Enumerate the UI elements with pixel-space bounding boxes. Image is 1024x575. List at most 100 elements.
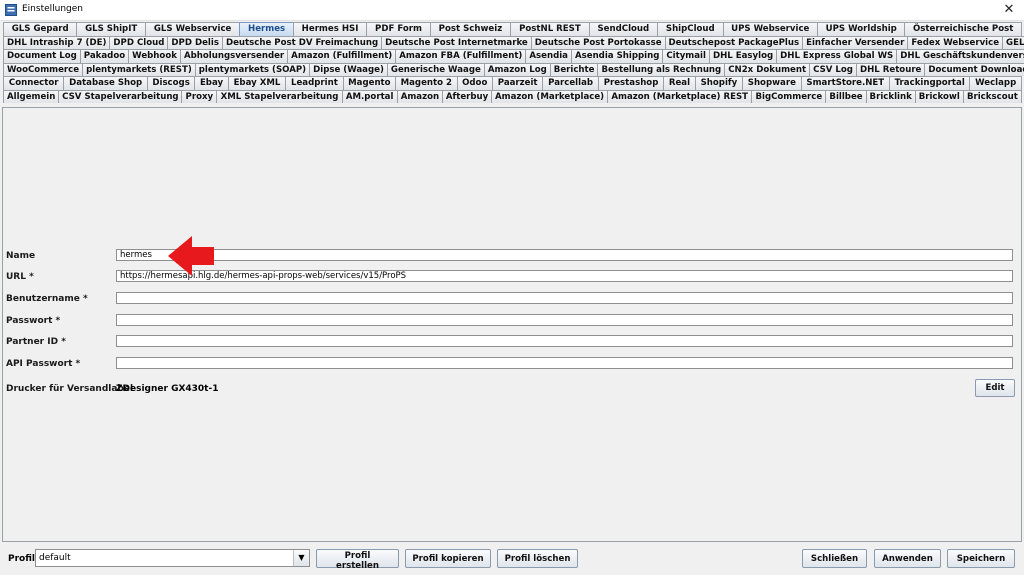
tab-gls-shipit[interactable]: GLS ShipIT	[76, 22, 146, 36]
tab-dhl-easylog[interactable]: DHL Easylog	[708, 49, 778, 63]
tab-ebay-xml[interactable]: Ebay XML	[227, 76, 287, 90]
tab-amazon-marketplace[interactable]: Amazon (Marketplace)	[490, 89, 609, 103]
tab-ebay[interactable]: Ebay	[194, 76, 229, 90]
url-input[interactable]	[116, 270, 1013, 282]
tab-hermes[interactable]: Hermes	[239, 22, 294, 36]
tab-shopware[interactable]: Shopware	[742, 76, 802, 90]
tab-csv-log[interactable]: CSV Log	[809, 62, 857, 76]
tab-proxy[interactable]: Proxy	[181, 89, 218, 103]
tab-prestashop[interactable]: Prestashop	[597, 76, 665, 90]
username-label: Benutzername *	[6, 294, 88, 304]
chevron-down-icon[interactable]: ▼	[293, 550, 309, 566]
tab-connector[interactable]: Connector	[3, 76, 65, 90]
tab-magento[interactable]: Magento	[342, 76, 397, 90]
tab-plentymarkets-rest[interactable]: plentymarkets (REST)	[82, 62, 196, 76]
tab-sendcloud[interactable]: SendCloud	[588, 22, 659, 36]
tab-hermes-hsi[interactable]: Hermes HSI	[292, 22, 368, 36]
tab-paarzeit[interactable]: Paarzeit	[491, 76, 544, 90]
tab-magento-2[interactable]: Magento 2	[395, 76, 458, 90]
tab-deutsche-post-dv-freimachung[interactable]: Deutsche Post DV Freimachung	[221, 35, 383, 49]
tab-shopify[interactable]: Shopify	[694, 76, 744, 90]
tab-row: DHL Intraship 7 (DE) DPD Cloud DPD Delis De…	[3, 35, 1024, 49]
close-button[interactable]: Schließen	[802, 549, 867, 568]
tab-document-log[interactable]: Document Log	[3, 49, 81, 63]
tab-gel-express[interactable]: GEL Express	[1002, 35, 1024, 49]
tab-woocommerce[interactable]: WooCommerce	[3, 62, 84, 76]
tab-gls-webservice[interactable]: GLS Webservice	[144, 22, 241, 36]
tab-trackingportal[interactable]: Trackingportal	[889, 76, 971, 90]
api-password-label: API Passwort *	[6, 359, 81, 369]
tab-abholungsversender[interactable]: Abholungsversender	[179, 49, 289, 63]
tab-shipcloud[interactable]: ShipCloud	[657, 22, 724, 36]
tab-real[interactable]: Real	[663, 76, 696, 90]
tab-bestellung-als-rechnung[interactable]: Bestellung als Rechnung	[597, 62, 726, 76]
tab-ups-webservice[interactable]: UPS Webservice	[722, 22, 818, 36]
tab-plentymarkets-soap[interactable]: plentymarkets (SOAP)	[194, 62, 311, 76]
tab-einfacher-versender[interactable]: Einfacher Versender	[802, 35, 909, 49]
partner-id-input[interactable]	[116, 335, 1013, 347]
tab-leadprint[interactable]: Leadprint	[285, 76, 344, 90]
tab-xml-stapelverarbeitung[interactable]: XML Stapelverarbeitung	[216, 89, 343, 103]
tab-amazon[interactable]: Amazon	[396, 89, 443, 103]
tab-postnl-rest[interactable]: PostNL REST	[510, 22, 590, 36]
tab-brickscout[interactable]: Brickscout	[962, 89, 1022, 103]
password-input[interactable]	[116, 314, 1013, 326]
tab-allgemein[interactable]: Allgemein	[3, 89, 60, 103]
profile-select[interactable]: default ▼	[35, 549, 310, 567]
tab-dhl-express-global-ws[interactable]: DHL Express Global WS	[776, 49, 898, 63]
tab-webhook[interactable]: Webhook	[128, 49, 181, 63]
tab-österreichische-post[interactable]: Österreichische Post	[904, 22, 1022, 36]
tab-berichte[interactable]: Berichte	[549, 62, 599, 76]
name-input[interactable]	[116, 249, 1013, 261]
tab-pakadoo[interactable]: Pakadoo	[79, 49, 130, 63]
tab-deutschepost-packageplus[interactable]: Deutschepost PackagePlus	[664, 35, 804, 49]
tab-weclapp[interactable]: Weclapp	[969, 76, 1022, 90]
tab-citymail[interactable]: Citymail	[662, 49, 710, 63]
tab-cn2x-dokument[interactable]: CN2x Dokument	[724, 62, 811, 76]
tab-dipse-waage[interactable]: Dipse (Waage)	[309, 62, 388, 76]
tab-dpd-delis[interactable]: DPD Delis	[167, 35, 223, 49]
tab-post-schweiz[interactable]: Post Schweiz	[429, 22, 512, 36]
tab-asendia-shipping[interactable]: Asendia Shipping	[570, 49, 664, 63]
delete-profile-button[interactable]: Profil löschen	[497, 549, 578, 568]
tab-dhl-geschäftskundenversand[interactable]: DHL Geschäftskundenversand	[896, 49, 1024, 63]
tab-bigcommerce[interactable]: BigCommerce	[751, 89, 827, 103]
tab-dpd-cloud[interactable]: DPD Cloud	[109, 35, 169, 49]
create-profile-button[interactable]: Profil erstellen	[316, 549, 399, 571]
tab-parcellab[interactable]: Parcellab	[542, 76, 599, 90]
tab-amazon-fba-fulfillment[interactable]: Amazon FBA (Fulfillment)	[395, 49, 527, 63]
tab-amazon-fulfillment[interactable]: Amazon (Fulfillment)	[287, 49, 397, 63]
tab-deutsche-post-portokasse[interactable]: Deutsche Post Portokasse	[530, 35, 666, 49]
tab-brickowl[interactable]: Brickowl	[914, 89, 964, 103]
tab-document-downloader[interactable]: Document Downloader	[924, 62, 1024, 76]
tab-discogs[interactable]: Discogs	[146, 76, 196, 90]
tab-billbee[interactable]: Billbee	[825, 89, 867, 103]
tab-asendia[interactable]: Asendia	[525, 49, 572, 63]
tab-csv-stapelverarbeitung[interactable]: CSV Stapelverarbeitung	[58, 89, 183, 103]
tab-amazon-log[interactable]: Amazon Log	[483, 62, 551, 76]
tab-fedex-webservice[interactable]: Fedex Webservice	[907, 35, 1004, 49]
tab-dhl-retoure[interactable]: DHL Retoure	[855, 62, 926, 76]
username-input[interactable]	[116, 292, 1013, 304]
tab-database-shop[interactable]: Database Shop	[63, 76, 148, 90]
copy-profile-button[interactable]: Profil kopieren	[405, 549, 491, 568]
title-bar: Einstellungen ✕	[0, 0, 1024, 21]
tab-bricklink[interactable]: Bricklink	[865, 89, 916, 103]
tab-odoo[interactable]: Odoo	[456, 76, 493, 90]
apply-button[interactable]: Anwenden	[874, 549, 941, 568]
tab-afterbuy[interactable]: Afterbuy	[441, 89, 492, 103]
tab-am-portal[interactable]: AM.portal	[341, 89, 398, 103]
close-icon[interactable]: ✕	[994, 0, 1024, 20]
tab-smartstore-net[interactable]: SmartStore.NET	[800, 76, 890, 90]
tab-dhl-intraship-7-de[interactable]: DHL Intraship 7 (DE)	[3, 35, 111, 49]
tab-amazon-marketplace-rest[interactable]: Amazon (Marketplace) REST	[607, 89, 753, 103]
save-button[interactable]: Speichern	[947, 549, 1015, 568]
tab-pdf-form[interactable]: PDF Form	[366, 22, 431, 36]
api-password-input[interactable]	[116, 357, 1013, 369]
edit-printer-button[interactable]: Edit	[975, 379, 1015, 397]
tab-deutsche-post-internetmarke[interactable]: Deutsche Post Internetmarke	[381, 35, 532, 49]
tab-gls-gepard[interactable]: GLS Gepard	[3, 22, 78, 36]
tab-generische-waage[interactable]: Generische Waage	[386, 62, 485, 76]
name-label: Name	[6, 251, 36, 261]
tab-ups-worldship[interactable]: UPS Worldship	[816, 22, 906, 36]
